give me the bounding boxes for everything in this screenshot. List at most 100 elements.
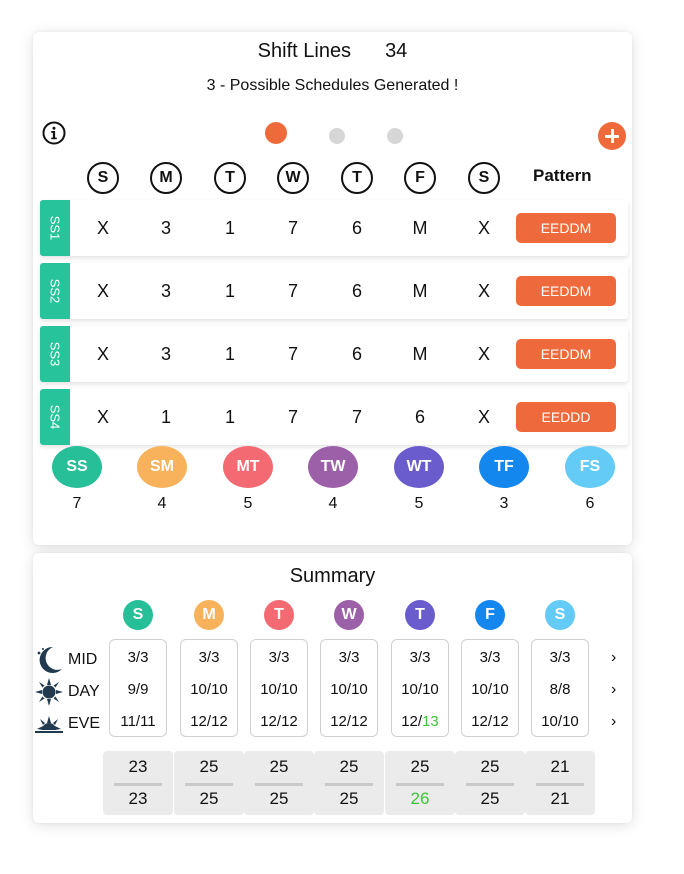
eve-ratio-required: 12/12 — [471, 713, 509, 730]
schedule-id-label: SS3 — [47, 341, 63, 367]
day-ratio: 10/10 — [260, 681, 298, 698]
stat-circle: WT — [394, 446, 444, 488]
total-required: 25 — [339, 757, 359, 776]
mid-ratio: 3/3 — [479, 649, 501, 666]
schedule-id-tab: SS1 — [40, 200, 70, 256]
stat-circle: MT — [223, 446, 273, 488]
schedule-row[interactable]: SS1 X 3 1 7 6 M X EEDDM — [40, 200, 628, 256]
shift-stat[interactable]: FS 6 — [564, 446, 616, 513]
eve-ratio-required: 10/10 — [541, 713, 579, 730]
schedule-id-tab: SS3 — [40, 326, 70, 382]
shift-stat[interactable]: WT 5 — [393, 446, 445, 513]
stat-count: 7 — [72, 495, 82, 512]
stat-circle: SM — [137, 446, 187, 488]
schedule-id-label: SS2 — [47, 278, 63, 304]
shift-stat[interactable]: SS 7 — [51, 446, 103, 513]
summary-day-2: T — [264, 600, 294, 630]
day-header-0: S — [87, 162, 119, 194]
total-divider — [325, 783, 373, 786]
summary-day-box[interactable]: 3/3 10/10 12/12 — [250, 639, 308, 737]
day-header-3: W — [277, 162, 309, 194]
day-ratio: 10/10 — [401, 681, 439, 698]
shift-stat[interactable]: MT 5 — [222, 446, 274, 513]
schedule-cell: X — [96, 217, 109, 238]
total-divider — [255, 783, 303, 786]
stat-count: 4 — [157, 495, 167, 512]
schedule-cell: 7 — [287, 343, 298, 364]
daily-total-box: 25 26 — [385, 751, 455, 815]
summary-day-box[interactable]: 3/3 8/8 10/10 — [531, 639, 589, 737]
summary-day-box[interactable]: 3/3 10/10 12/12 — [320, 639, 378, 737]
pattern-button[interactable]: EEDDD — [516, 402, 616, 432]
schedule-cell: 3 — [160, 280, 171, 301]
eve-ratio: 12/12 — [321, 713, 377, 730]
schedule-cell: X — [477, 406, 490, 427]
mid-expand-arrow[interactable]: › — [611, 649, 616, 667]
mid-ratio: 3/3 — [268, 649, 290, 666]
day-expand-arrow[interactable]: › — [611, 681, 616, 699]
stat-circle: TW — [308, 446, 358, 488]
summary-day-box[interactable]: 3/3 10/10 12/12 — [461, 639, 519, 737]
eve-expand-arrow[interactable]: › — [611, 713, 616, 731]
shift-label-day: DAY — [33, 676, 100, 708]
schedule-cell: 3 — [160, 217, 171, 238]
summary-day-5: F — [475, 600, 505, 630]
pattern-button[interactable]: EEDDM — [516, 213, 616, 243]
total-required: 25 — [480, 757, 500, 776]
shift-stat[interactable]: TW 4 — [307, 446, 359, 513]
schedule-id-tab: SS4 — [40, 389, 70, 445]
plus-icon[interactable] — [598, 122, 626, 150]
info-icon[interactable] — [42, 121, 66, 145]
schedule-row[interactable]: SS4 X 1 1 7 7 6 X EEDDD — [40, 389, 628, 445]
shift-label-day-text: DAY — [68, 683, 100, 700]
total-required: 23 — [128, 757, 148, 776]
daily-total-box: 25 25 — [455, 751, 525, 815]
page-indicator-3[interactable] — [387, 128, 403, 144]
mid-ratio: 3/3 — [409, 649, 431, 666]
total-scheduled: 21 — [550, 789, 570, 808]
schedule-row[interactable]: SS3 X 3 1 7 6 M X EEDDM — [40, 326, 628, 382]
schedule-id-label: SS4 — [47, 404, 63, 430]
shift-lines-count: 34 — [385, 40, 408, 62]
schedule-cell: 1 — [160, 406, 171, 427]
schedule-cell: 7 — [351, 406, 362, 427]
shift-stat[interactable]: TF 3 — [478, 446, 530, 513]
total-scheduled: 25 — [339, 789, 359, 808]
summary-day-4: T — [405, 600, 435, 630]
schedule-cell: M — [412, 217, 428, 238]
total-scheduled: 25 — [480, 789, 500, 808]
total-divider — [466, 783, 514, 786]
schedule-cell: 6 — [351, 280, 362, 301]
schedule-cell: 1 — [224, 343, 235, 364]
mid-ratio: 3/3 — [127, 649, 149, 666]
stat-count: 6 — [585, 495, 595, 512]
daily-total-box: 25 25 — [314, 751, 384, 815]
summary-day-0: S — [123, 600, 153, 630]
summary-day-3: W — [334, 600, 364, 630]
page-indicator-2[interactable] — [329, 128, 345, 144]
pattern-button[interactable]: EEDDM — [516, 276, 616, 306]
schedule-id-label: SS1 — [47, 215, 63, 241]
page-indicator-1[interactable] — [265, 122, 287, 144]
daily-total-box: 25 25 — [174, 751, 244, 815]
total-required: 21 — [550, 757, 570, 776]
schedule-row[interactable]: SS2 X 3 1 7 6 M X EEDDM — [40, 263, 628, 319]
total-divider — [536, 783, 584, 786]
summary-day-box[interactable]: 3/3 9/9 11/11 — [109, 639, 167, 737]
eve-ratio: 11/11 — [110, 713, 166, 730]
shift-label-mid: MID — [33, 644, 97, 676]
shift-stat[interactable]: SM 4 — [136, 446, 188, 513]
stat-circle: TF — [479, 446, 529, 488]
schedule-cell: 7 — [287, 280, 298, 301]
schedule-id-tab: SS2 — [40, 263, 70, 319]
pattern-button[interactable]: EEDDM — [516, 339, 616, 369]
schedule-cell: X — [96, 280, 109, 301]
summary-day-box[interactable]: 3/3 10/10 12/12 — [180, 639, 238, 737]
day-ratio: 10/10 — [190, 681, 228, 698]
shift-label-eve-text: EVE — [68, 715, 101, 732]
schedule-cell: X — [96, 406, 109, 427]
total-required: 25 — [199, 757, 219, 776]
stat-circle: SS — [52, 446, 102, 488]
shift-lines-card: Shift Lines 34 3 - Possible Schedules Gen… — [33, 32, 632, 545]
summary-day-box[interactable]: 3/3 10/10 12/13 — [391, 639, 449, 737]
